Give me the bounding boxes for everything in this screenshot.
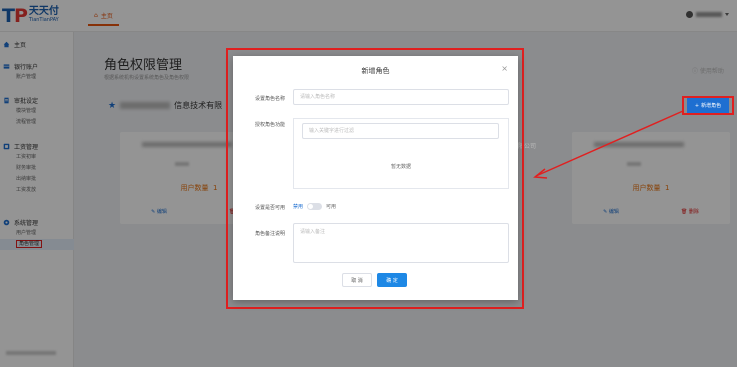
permission-filter-input[interactable]: 输入关键字进行过滤	[302, 123, 499, 139]
confirm-button[interactable]: 确 定	[377, 273, 407, 287]
toggle-off-label: 禁用	[293, 204, 304, 210]
dialog-title: 新增角色	[361, 67, 390, 75]
switch-knob	[308, 204, 314, 209]
plus-icon: +	[694, 102, 700, 109]
cancel-button[interactable]: 取 消	[342, 273, 372, 287]
close-icon[interactable]: ×	[501, 64, 508, 73]
toggle-on-label: 可用	[326, 204, 337, 210]
enable-label: 设置是否可用	[255, 205, 286, 211]
add-role-button-highlight[interactable]: + 新增角色	[687, 98, 729, 113]
remark-textarea[interactable]: 请输入备注	[293, 223, 509, 263]
enable-switch[interactable]	[307, 203, 323, 210]
role-name-input[interactable]: 请输入角色名称	[293, 89, 509, 105]
empty-text: 暂无数据	[390, 164, 411, 170]
role-name-label: 设置角色名称	[255, 96, 286, 102]
remark-label: 角色备注说明	[255, 231, 286, 237]
role-perm-label: 授权角色功能	[255, 122, 286, 128]
